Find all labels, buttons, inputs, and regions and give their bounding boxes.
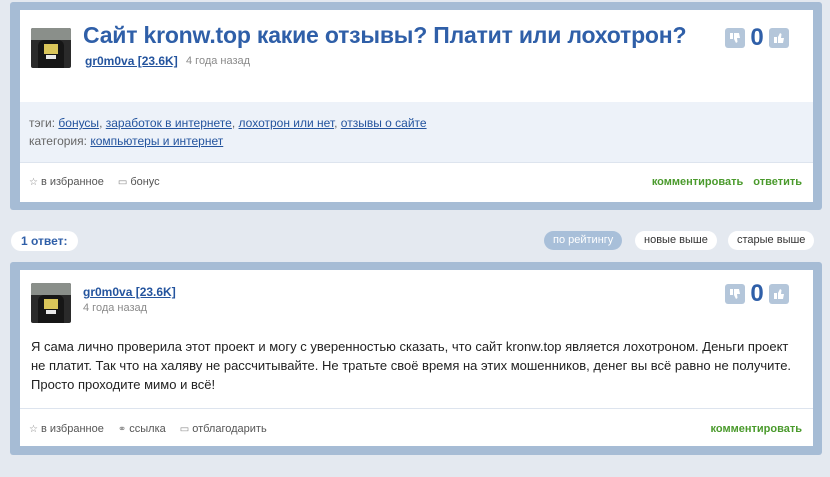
- thumb-down-icon: [730, 33, 740, 43]
- answer-vote-count: 0: [750, 280, 764, 307]
- link-label: ссылка: [129, 423, 166, 435]
- tag-link[interactable]: отзывы о сайте: [341, 116, 427, 130]
- thumb-down-button[interactable]: [725, 28, 745, 48]
- question-time: 4 года назад: [186, 55, 251, 67]
- comment-button[interactable]: комментировать: [652, 176, 743, 188]
- thumb-up-icon: [774, 33, 784, 43]
- category-label: категория:: [29, 134, 87, 148]
- question-footer-actions: ☆ в избранное ▭ бонус: [29, 176, 160, 188]
- star-icon: ☆: [29, 423, 38, 435]
- answer-vote: 0: [725, 280, 789, 307]
- avatar-shirt-print: [44, 44, 58, 54]
- tags-label: тэги:: [29, 116, 56, 130]
- sort-newest[interactable]: новые выше: [635, 231, 717, 250]
- tag-link[interactable]: лохотрон или нет: [239, 116, 335, 130]
- bonus-icon: ▭: [117, 176, 128, 188]
- question-meta: [20, 102, 813, 162]
- star-icon: ☆: [29, 176, 38, 188]
- sort-oldest[interactable]: старые выше: [728, 231, 815, 250]
- link-icon: ⚭: [117, 423, 127, 435]
- answer-author-link[interactable]: gr0m0va [23.6K]: [83, 285, 176, 299]
- question-vote-count: 0: [750, 24, 764, 51]
- answers-count: 1 ответ:: [11, 231, 78, 251]
- tag-link[interactable]: бонусы: [58, 116, 99, 130]
- comment-button[interactable]: комментировать: [711, 423, 802, 435]
- tag-link[interactable]: заработок в интернете: [106, 116, 232, 130]
- answer-footer-actions: ☆ в избранное ⚭ ссылка ▭ отблагодарить: [29, 423, 267, 435]
- thumb-down-button[interactable]: [725, 284, 745, 304]
- thank-label: отблагодарить: [192, 423, 267, 435]
- answer-button[interactable]: ответить: [753, 176, 802, 188]
- question-vote: 0: [725, 24, 789, 51]
- thank-button[interactable]: ▭ отблагодарить: [180, 423, 267, 435]
- question-author-link[interactable]: gr0m0va [23.6K]: [85, 54, 178, 68]
- page-title[interactable]: Сайт kronw.top какие отзывы? Платит или …: [83, 22, 687, 49]
- thumb-up-icon: [774, 289, 784, 299]
- thumb-up-button[interactable]: [769, 284, 789, 304]
- favorite-button[interactable]: ☆ в избранное: [29, 423, 104, 435]
- avatar[interactable]: [31, 28, 71, 68]
- bonus-label: бонус: [130, 176, 160, 188]
- category-line: категория: компьютеры и интернет: [29, 134, 223, 148]
- favorite-label: в избранное: [40, 176, 104, 188]
- favorite-label: в избранное: [40, 423, 104, 435]
- avatar-background: [31, 28, 71, 40]
- avatar-shirt-text: [46, 55, 56, 59]
- category-link[interactable]: компьютеры и интернет: [90, 134, 223, 148]
- avatar[interactable]: [31, 283, 71, 323]
- tags-line: тэги: бонусы, заработок в интернете, лох…: [29, 116, 427, 130]
- bonus-button[interactable]: ▭ бонус: [118, 176, 160, 188]
- avatar-shirt-print: [44, 299, 58, 309]
- thumb-down-icon: [730, 289, 740, 299]
- thumb-up-button[interactable]: [769, 28, 789, 48]
- bonus-icon: ▭: [179, 423, 190, 435]
- avatar-background: [31, 283, 71, 295]
- answer-footer-links: комментировать: [711, 423, 802, 435]
- question-footer-links: комментировать ответить: [652, 176, 802, 188]
- favorite-button[interactable]: ☆ в избранное: [29, 176, 104, 188]
- avatar-shirt-text: [46, 310, 56, 314]
- link-button[interactable]: ⚭ ссылка: [118, 423, 166, 435]
- sort-by-rating[interactable]: по рейтингу: [544, 231, 623, 250]
- answer-time: 4 года назад: [83, 302, 148, 314]
- answer-text: Я сама лично проверила этот проект и мог…: [31, 339, 792, 392]
